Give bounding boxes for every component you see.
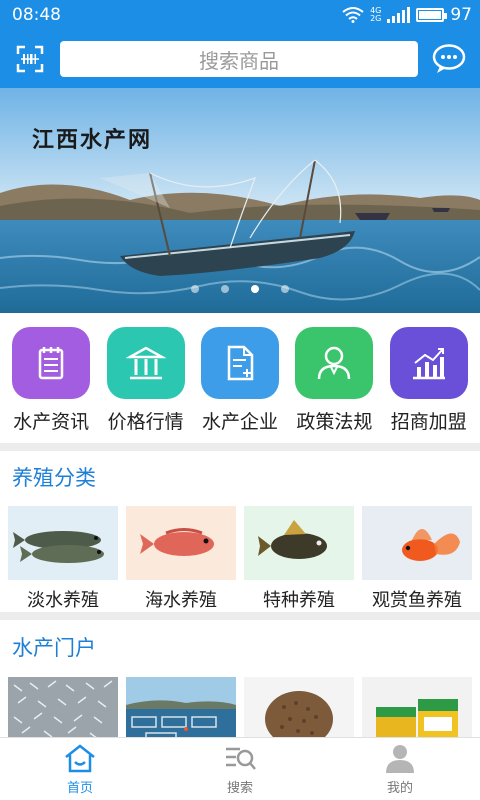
breeding-section-title: 养殖分类 (12, 466, 96, 490)
bottom-navigation: 首页 搜索 我的 (0, 737, 480, 800)
home-icon (65, 743, 95, 772)
category-item[interactable]: 价格行情 (100, 327, 192, 443)
portal-item-feed-image[interactable] (244, 677, 354, 737)
category-label: 价格行情 (107, 411, 184, 433)
status-time: 08:48 (12, 5, 61, 25)
message-button[interactable] (418, 30, 480, 88)
nav-home[interactable]: 首页 (0, 738, 160, 800)
banner-caption: 江西水产网 (32, 127, 153, 153)
breeding-item-label: 海水养殖 (145, 590, 217, 611)
category-item[interactable]: 水产企业 (194, 327, 286, 443)
divider (0, 443, 480, 451)
carousel-dot[interactable] (251, 285, 259, 293)
status-indicators: 4G 2G 97 (342, 5, 472, 25)
bank-icon (106, 327, 185, 399)
search-input[interactable]: 搜索商品 (60, 41, 418, 77)
category-label: 招商加盟 (390, 411, 467, 433)
app-bar: 搜索商品 (0, 30, 480, 88)
bar-chart-icon (389, 327, 468, 399)
breeding-grid: 淡水养殖 海水养殖 特种养殖 观赏鱼养殖 (8, 506, 472, 612)
carousel-dot[interactable] (221, 285, 229, 293)
nav-mine-label: 我的 (386, 780, 413, 796)
breeding-item-label: 观赏鱼养殖 (372, 590, 462, 611)
scan-button[interactable] (0, 30, 60, 88)
breeding-item-ornamental[interactable]: 观赏鱼养殖 (362, 506, 472, 612)
carousel-dot[interactable] (281, 285, 289, 293)
list-search-icon (226, 747, 256, 770)
portal-grid (8, 677, 472, 737)
wifi-icon (342, 7, 364, 23)
carousel-dot[interactable] (191, 285, 199, 293)
category-label: 政策法规 (296, 411, 373, 433)
status-bar: 08:48 4G 2G 97 (0, 0, 480, 30)
nav-search-label: 搜索 (226, 780, 253, 796)
chat-bubble-icon (432, 44, 466, 73)
battery-level: 97 (450, 5, 472, 25)
scan-icon (16, 45, 44, 73)
portal-section-title: 水产门户 (12, 636, 96, 660)
category-menu: 水产资讯 价格行情 水产企业 政策法规 招商加盟 (0, 313, 480, 443)
breeding-item-freshwater[interactable]: 淡水养殖 (8, 506, 118, 612)
document-add-icon (200, 327, 279, 399)
battery-icon (416, 8, 448, 22)
portal-item-fry-image[interactable] (8, 677, 118, 737)
breeding-item-label: 淡水养殖 (27, 590, 99, 611)
seawater-fish-image (126, 506, 236, 580)
breeding-item-label: 特种养殖 (263, 590, 335, 611)
divider (0, 612, 480, 620)
portal-item-medicine-image[interactable] (362, 677, 472, 737)
category-label: 水产企业 (201, 411, 278, 433)
user-icon (386, 744, 414, 773)
nav-home-label: 首页 (66, 780, 93, 796)
freshwater-fish-image (8, 506, 118, 580)
special-fish-image (244, 506, 354, 580)
category-item[interactable]: 招商加盟 (383, 327, 475, 443)
nav-mine[interactable]: 我的 (320, 738, 480, 800)
ornamental-fish-image (362, 506, 472, 580)
signal-icon (387, 7, 411, 23)
banner-carousel[interactable]: 江西水产网 (0, 88, 480, 313)
person-icon (295, 327, 374, 399)
carousel-indicator (0, 285, 480, 293)
breeding-item-seawater[interactable]: 海水养殖 (126, 506, 236, 612)
search-placeholder: 搜索商品 (199, 48, 279, 73)
category-item[interactable]: 政策法规 (288, 327, 380, 443)
notepad-icon (12, 327, 91, 399)
network-type: 4G 2G (370, 7, 381, 23)
breeding-item-special[interactable]: 特种养殖 (244, 506, 354, 612)
portal-item-farm-image[interactable] (126, 677, 236, 737)
nav-search[interactable]: 搜索 (160, 738, 320, 800)
network-bottom-label: 2G (370, 14, 382, 23)
category-item[interactable]: 水产资讯 (5, 327, 97, 443)
category-label: 水产资讯 (13, 411, 90, 433)
